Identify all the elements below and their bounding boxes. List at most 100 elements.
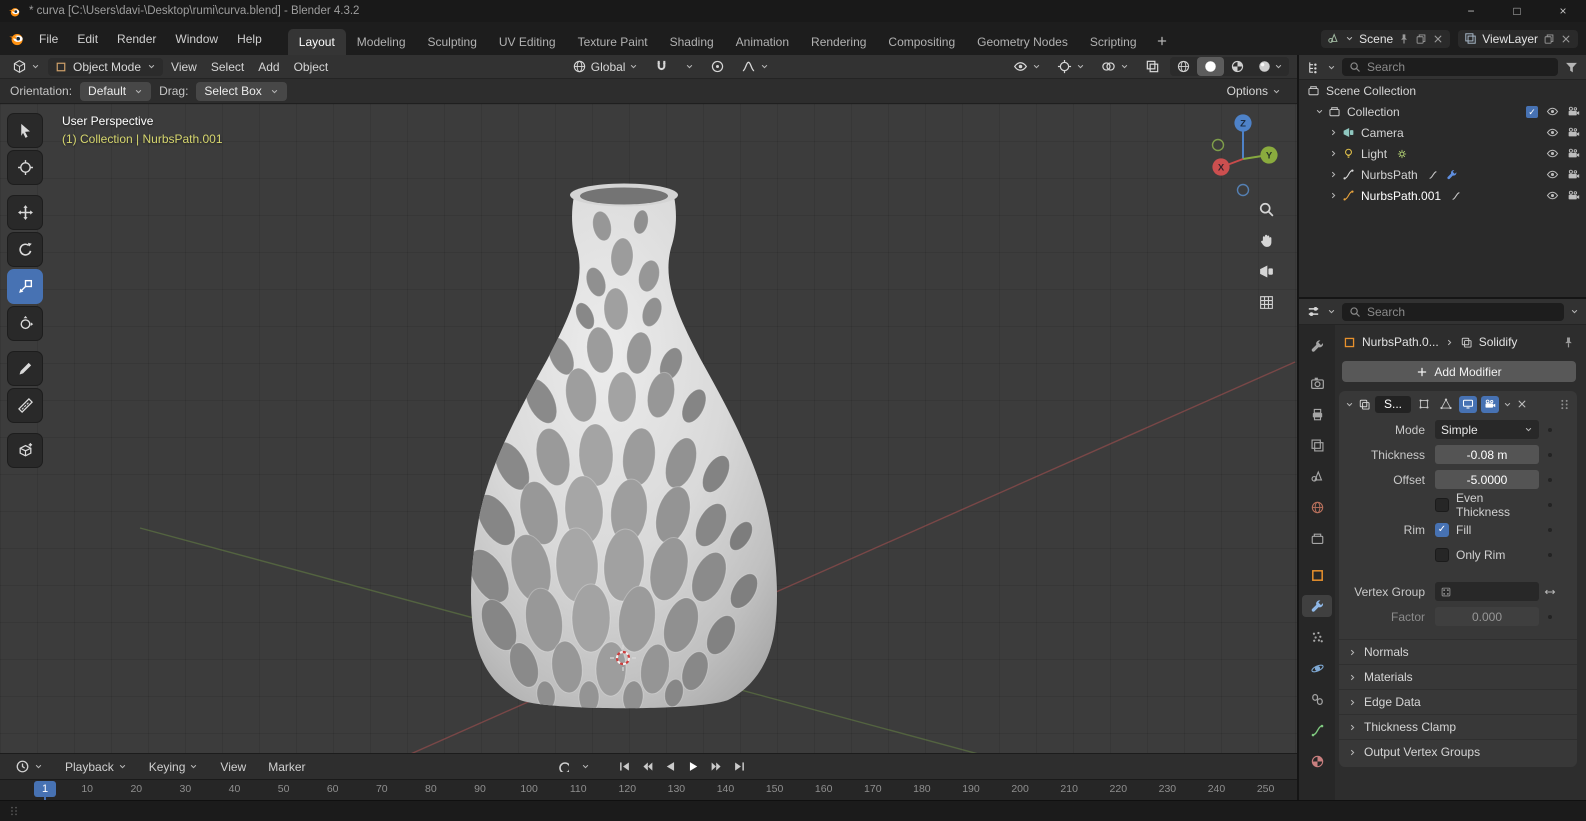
outliner-row-nurbspath-001[interactable]: NurbsPath.001	[1299, 185, 1586, 206]
timeline-ruler[interactable]: 1 11020304050607080901001101201301401501…	[0, 779, 1297, 800]
render-display-toggle[interactable]	[1481, 395, 1500, 413]
tab-modifiers[interactable]	[1302, 595, 1332, 617]
menu-marker[interactable]: Marker	[261, 757, 312, 777]
vertex-group-field[interactable]	[1435, 582, 1539, 601]
tab-tool[interactable]	[1302, 335, 1332, 357]
unlink-scene-icon[interactable]	[1432, 33, 1444, 45]
section-output-vertex-groups[interactable]: Output Vertex Groups	[1339, 739, 1577, 764]
animate-dot[interactable]	[1548, 477, 1552, 482]
tab-shading[interactable]: Shading	[659, 29, 725, 55]
close-button[interactable]: ×	[1540, 0, 1586, 22]
playhead[interactable]: 1	[34, 781, 56, 797]
shading-material-button[interactable]	[1224, 57, 1251, 76]
play-reverse-button[interactable]	[660, 757, 681, 775]
close-icon[interactable]	[1516, 398, 1528, 410]
collapse-arrow-icon[interactable]	[1329, 128, 1338, 137]
render-visibility-icon[interactable]	[1567, 168, 1580, 181]
outliner-row-collection[interactable]: Collection ✓	[1299, 101, 1586, 122]
pan-hand-icon[interactable]	[1258, 232, 1275, 249]
tab-texture-paint[interactable]: Texture Paint	[567, 29, 659, 55]
breadcrumb-object[interactable]: NurbsPath.0...	[1362, 335, 1439, 349]
tab-physics[interactable]	[1302, 657, 1332, 679]
menu-object[interactable]: Object	[288, 58, 335, 76]
snap-toggle[interactable]	[648, 57, 675, 76]
menu-render[interactable]: Render	[108, 28, 165, 50]
next-keyframe-button[interactable]	[706, 757, 727, 775]
gizmo-axis-negative[interactable]	[1236, 183, 1250, 197]
jump-to-start-button[interactable]	[614, 757, 635, 775]
only-rim-checkbox[interactable]: ✓	[1435, 547, 1449, 562]
menu-help[interactable]: Help	[228, 28, 271, 50]
eye-icon[interactable]	[1546, 147, 1559, 160]
tool-transform[interactable]	[7, 306, 43, 341]
editor-type-button[interactable]	[6, 57, 46, 76]
tab-rendering[interactable]: Rendering	[800, 29, 877, 55]
menu-select[interactable]: Select	[205, 58, 250, 76]
eye-icon[interactable]	[1546, 168, 1559, 181]
tool-annotate[interactable]	[7, 351, 43, 386]
maximize-button[interactable]: □	[1494, 0, 1540, 22]
offset-field[interactable]: -5.0000	[1435, 470, 1539, 489]
tool-select-box[interactable]	[7, 113, 43, 148]
tab-world[interactable]	[1302, 496, 1332, 518]
mode-dropdown[interactable]: Object Mode	[48, 57, 164, 76]
viewport-3d[interactable]: User Perspective (1) Collection | NurbsP…	[0, 104, 1297, 753]
section-edge-data[interactable]: Edge Data	[1339, 689, 1577, 714]
animate-dot[interactable]	[1548, 527, 1552, 532]
resize-grip-icon[interactable]	[8, 805, 20, 817]
render-visibility-icon[interactable]	[1567, 105, 1580, 118]
render-visibility-icon[interactable]	[1567, 126, 1580, 139]
add-modifier-button[interactable]: Add Modifier	[1342, 361, 1576, 382]
chevron-down-icon[interactable]	[1327, 63, 1336, 72]
menu-view[interactable]: View	[165, 58, 203, 76]
animate-dot[interactable]	[1548, 452, 1552, 457]
orientation-dropdown[interactable]: Global	[566, 57, 645, 76]
tool-move[interactable]	[7, 195, 43, 230]
tab-animation[interactable]: Animation	[725, 29, 800, 55]
tool-rotate[interactable]	[7, 232, 43, 267]
filter-funnel-icon[interactable]	[1564, 60, 1579, 75]
overlays-dropdown[interactable]	[1095, 57, 1135, 76]
properties-search-input[interactable]: Search	[1342, 302, 1564, 321]
new-viewlayer-icon[interactable]	[1543, 33, 1555, 45]
tab-uv-editing[interactable]: UV Editing	[488, 29, 567, 55]
outliner-search-input[interactable]: Search	[1342, 58, 1558, 76]
play-button[interactable]	[683, 757, 704, 775]
gizmo-axis-negative[interactable]	[1211, 138, 1225, 152]
toggle-ortho-grid-icon[interactable]	[1258, 294, 1275, 311]
menu-playback[interactable]: Playback	[58, 757, 134, 777]
tab-object-data[interactable]	[1302, 719, 1332, 741]
tab-constraints[interactable]	[1302, 688, 1332, 710]
tool-scale[interactable]	[7, 269, 43, 304]
invert-vertex-group-icon[interactable]	[1544, 586, 1556, 598]
remove-viewlayer-icon[interactable]	[1560, 33, 1572, 45]
navigation-gizmo[interactable]: Z Y X	[1203, 110, 1285, 202]
section-normals[interactable]: Normals	[1339, 639, 1577, 664]
camera-view-icon[interactable]	[1258, 263, 1275, 280]
auto-keying-toggle[interactable]	[552, 757, 573, 775]
xray-toggle[interactable]	[1139, 57, 1166, 76]
tab-geometry-nodes[interactable]: Geometry Nodes	[966, 29, 1079, 55]
tool-measure[interactable]	[7, 388, 43, 423]
menu-edit[interactable]: Edit	[68, 28, 107, 50]
animate-dot[interactable]	[1548, 614, 1552, 619]
outliner-row-camera[interactable]: Camera	[1299, 122, 1586, 143]
shading-wireframe-button[interactable]	[1170, 57, 1197, 76]
animate-dot[interactable]	[1548, 427, 1552, 432]
drag-select[interactable]: Select Box	[196, 81, 287, 101]
render-visibility-icon[interactable]	[1567, 147, 1580, 160]
outliner-row-scene-collection[interactable]: Scene Collection	[1299, 80, 1586, 101]
previous-keyframe-button[interactable]	[637, 757, 658, 775]
outliner-row-nurbspath[interactable]: NurbsPath	[1299, 164, 1586, 185]
new-scene-icon[interactable]	[1415, 33, 1427, 45]
render-visibility-icon[interactable]	[1567, 189, 1580, 202]
proportional-falloff-dropdown[interactable]	[735, 57, 775, 76]
animate-dot[interactable]	[1548, 552, 1552, 557]
expand-arrow-icon[interactable]	[1315, 107, 1324, 116]
chevron-down-icon[interactable]	[1570, 307, 1579, 316]
eye-icon[interactable]	[1546, 126, 1559, 139]
tab-scripting[interactable]: Scripting	[1079, 29, 1148, 55]
auto-keying-dropdown[interactable]	[575, 757, 596, 775]
eye-icon[interactable]	[1546, 105, 1559, 118]
tab-object[interactable]	[1302, 564, 1332, 586]
